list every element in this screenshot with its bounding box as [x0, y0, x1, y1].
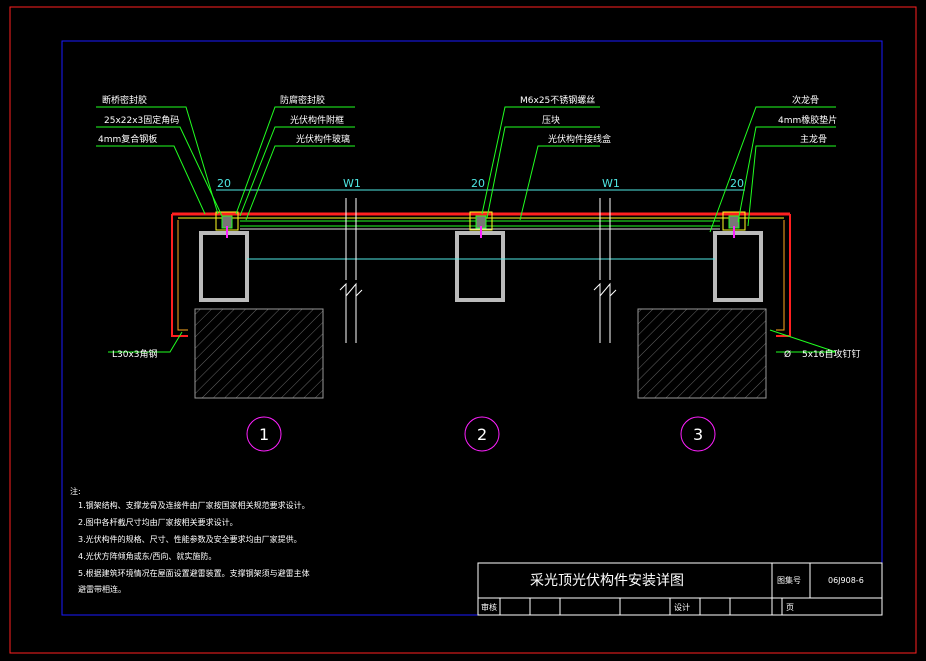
main-keel-1 [199, 231, 249, 302]
callout-pv-frame: 光伏构件附框 [290, 114, 344, 126]
break-line-left [339, 198, 363, 343]
flashing-left [171, 214, 188, 337]
callout-rubber-gasket: 4mm橡胶垫片 [778, 114, 837, 126]
callout-screw: M6x25不锈钢螺丝 [520, 94, 595, 106]
callout-phi: Ø [784, 349, 791, 360]
notes-title: 注: [70, 486, 81, 496]
dim-20-3: 20 [730, 177, 744, 190]
break-line-right [593, 198, 617, 343]
note-line-3: 3.光伏构件的规格、尺寸、性能参数及安全要求均由厂家提供。 [78, 534, 302, 544]
drawing-canvas: 20 20 20 W1 W1 断桥密封胶 25x22x3固定角码 4mm复合钢板… [9, 6, 917, 654]
foundation-right [637, 308, 767, 399]
atlas-label: 图集号 [777, 575, 801, 585]
callout-composite-plate: 4mm复合钢板 [98, 133, 157, 145]
callout-anticorrosion-sealant: 防腐密封胶 [280, 94, 325, 106]
atlas-number: 06J908-6 [828, 576, 864, 585]
callout-press-block: 压块 [542, 114, 560, 126]
design-label: 设计 [674, 602, 690, 612]
page-label: 页 [786, 603, 794, 612]
callout-sealant-left: 断桥密封胶 [102, 94, 147, 106]
callout-angle-code: 25x22x3固定角码 [104, 114, 179, 126]
foundation-left [194, 308, 324, 399]
note-line-4: 4.光伏方阵倾角或东/西向、就实施防。 [78, 551, 216, 561]
node-number-2: 2 [477, 425, 487, 444]
callout-junction-box: 光伏构件接线盒 [548, 133, 611, 145]
callout-main-keel: 主龙骨 [800, 133, 827, 145]
dim-20-2: 20 [471, 177, 485, 190]
node-number-3: 3 [693, 425, 703, 444]
dim-20-1: 20 [217, 177, 231, 190]
flashing-right-inner [776, 220, 785, 331]
dim-w1-1: W1 [343, 177, 361, 190]
dim-w1-2: W1 [602, 177, 620, 190]
note-line-1: 1.钢架结构、支撑龙骨及连接件由厂家按国家相关规范要求设计。 [78, 500, 310, 510]
node-number-1: 1 [259, 425, 269, 444]
note-line-6: 避雷带相连。 [78, 584, 126, 594]
callout-tapping-screw: 5x16自攻钉钉 [802, 348, 861, 360]
callout-secondary-keel: 次龙骨 [792, 94, 819, 106]
review-label: 审核 [481, 602, 497, 612]
callout-angle-steel: L30x3角钢 [112, 348, 158, 360]
drawing-title: 采光顶光伏构件安装详图 [530, 573, 684, 589]
flashing-right [776, 214, 791, 337]
note-line-2: 2.图中各杆截尺寸均由厂家按相关要求设计。 [78, 517, 238, 527]
flashing-left-inner [177, 220, 188, 331]
note-line-5: 5.根据建筑环境情况在屋面设置避雷装置。支撑钢架须与避雷主体 [78, 568, 310, 578]
callout-pv-glass: 光伏构件玻璃 [296, 133, 350, 145]
main-keel-2 [455, 231, 505, 302]
main-keel-3 [713, 231, 763, 302]
